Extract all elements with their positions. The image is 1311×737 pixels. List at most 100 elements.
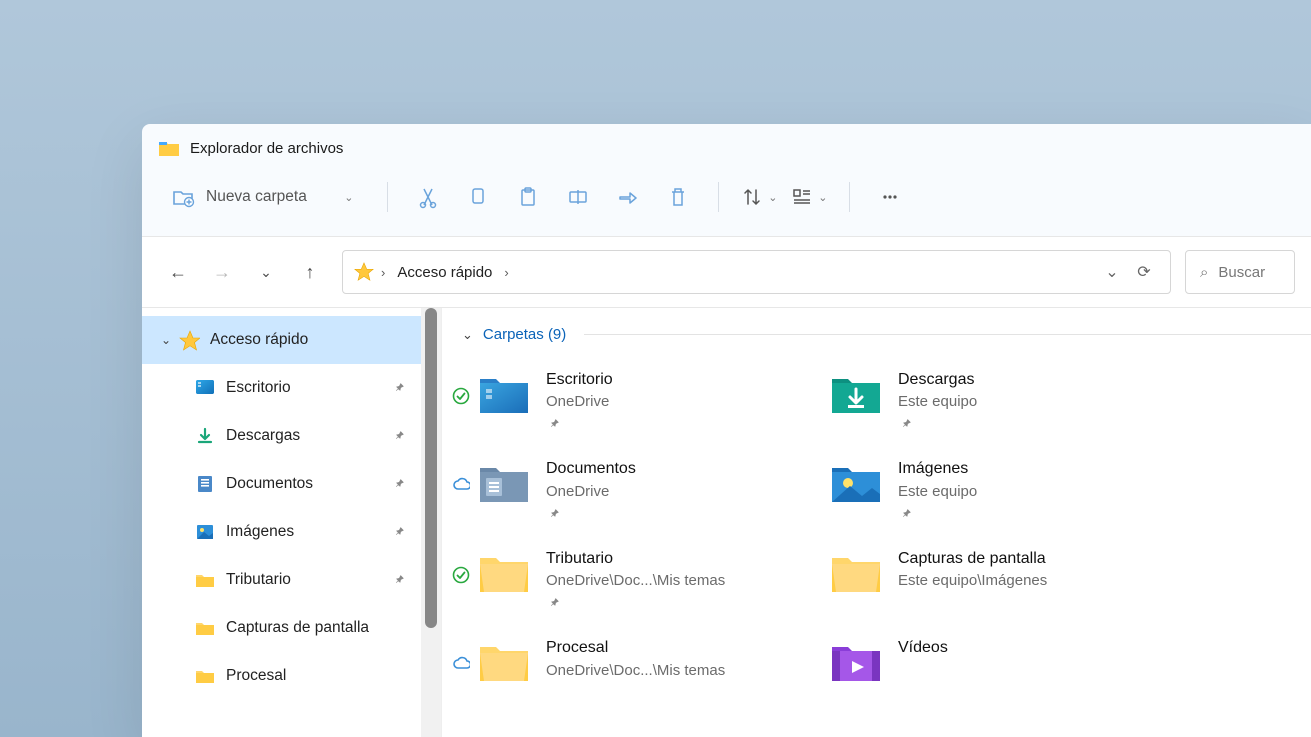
pin-icon [391, 572, 407, 588]
address-bar[interactable]: › Acceso rápido › ⌄ ⟳ [342, 250, 1171, 294]
sidebar-item-label: Acceso rápido [210, 331, 308, 349]
address-dropdown[interactable]: ⌄ [1096, 262, 1128, 282]
download-icon [192, 425, 218, 447]
new-folder-dropdown[interactable]: ⌄ [325, 177, 369, 217]
sidebar: ⌄Acceso rápido Escritorio Descargas Documen… [142, 308, 442, 737]
folder-item[interactable]: Vídeos [828, 633, 1168, 691]
recent-dropdown[interactable]: ⌄ [246, 252, 286, 292]
folder-item[interactable]: TributarioOneDrive\Doc...\Mis temas [476, 544, 816, 615]
folder-icon [192, 569, 218, 591]
refresh-button[interactable]: ⟳ [1128, 262, 1160, 282]
view-button[interactable]: ⌄ [787, 177, 831, 217]
folder-name: Tributario [546, 548, 725, 570]
search-box[interactable]: ⌕ Buscar [1185, 250, 1295, 294]
cut-button[interactable] [406, 177, 450, 217]
section-divider [584, 334, 1311, 335]
sidebar-item[interactable]: Documentos [142, 460, 441, 508]
section-header[interactable]: ⌄ Carpetas (9) [462, 326, 1311, 351]
folder-item[interactable]: DocumentosOneDrive [476, 454, 816, 525]
copy-icon [466, 185, 490, 209]
arrow-right-icon: → [213, 262, 231, 283]
rename-button[interactable] [556, 177, 600, 217]
delete-button[interactable] [656, 177, 700, 217]
arrow-up-icon: ↑ [306, 262, 315, 283]
pin-icon [546, 595, 725, 611]
sidebar-item[interactable]: Capturas de pantalla [142, 604, 441, 652]
document-blue-icon [476, 458, 532, 508]
toolbar: Nueva carpeta ⌄ ⌄ ⌄ [142, 170, 1311, 236]
folder-item[interactable]: Capturas de pantallaEste equipo\Imágenes [828, 544, 1168, 615]
window-title: Explorador de archivos [190, 140, 343, 157]
folder-yellow-icon [476, 548, 532, 598]
status-check-icon [452, 566, 470, 584]
copy-button[interactable] [456, 177, 500, 217]
titlebar: Explorador de archivos [142, 124, 1311, 170]
sidebar-item[interactable]: ⌄Acceso rápido [142, 316, 441, 364]
new-folder-label: Nueva carpeta [206, 188, 307, 206]
pin-icon [391, 476, 407, 492]
chevron-down-icon: ⌄ [344, 191, 353, 204]
folder-location: OneDrive\Doc...\Mis temas [546, 570, 725, 591]
chevron-down-icon: ⌄ [1105, 262, 1118, 282]
breadcrumb[interactable]: Acceso rápido [391, 264, 498, 281]
paste-icon [516, 185, 540, 209]
main-content: ⌄ Carpetas (9) EscritorioOneDriveDescarg… [442, 308, 1311, 737]
desktop-icon [192, 377, 218, 399]
sidebar-item-label: Descargas [226, 427, 300, 445]
search-icon: ⌕ [1200, 264, 1208, 281]
sidebar-item[interactable]: Tributario [142, 556, 441, 604]
scrollbar-thumb[interactable] [425, 308, 437, 628]
forward-button[interactable]: → [202, 252, 242, 292]
breadcrumb-separator: › [498, 265, 514, 280]
toolbar-divider [718, 182, 719, 212]
folder-item[interactable]: ProcesalOneDrive\Doc...\Mis temas [476, 633, 816, 691]
pin-icon [391, 380, 407, 396]
video-purple-icon [828, 637, 884, 687]
more-icon [878, 185, 902, 209]
share-button[interactable] [606, 177, 650, 217]
sidebar-scrollbar[interactable] [421, 308, 441, 737]
sidebar-item-label: Imágenes [226, 523, 294, 541]
pin-icon [391, 524, 407, 540]
folder-location: Este equipo [898, 391, 977, 412]
up-button[interactable]: ↑ [290, 252, 330, 292]
more-button[interactable] [868, 177, 912, 217]
folder-location: OneDrive\Doc...\Mis temas [546, 660, 725, 681]
back-button[interactable]: ← [158, 252, 198, 292]
folder-item[interactable]: EscritorioOneDrive [476, 365, 816, 436]
image-icon [192, 521, 218, 543]
navbar: ← → ⌄ ↑ › Acceso rápido › ⌄ ⟳ ⌕ Buscar [142, 236, 1311, 308]
pin-icon [898, 416, 977, 432]
download-teal-icon [828, 369, 884, 419]
folder-item[interactable]: DescargasEste equipo [828, 365, 1168, 436]
sidebar-item[interactable]: Descargas [142, 412, 441, 460]
folder-item[interactable]: ImágenesEste equipo [828, 454, 1168, 525]
status-check-icon [452, 387, 470, 405]
delete-icon [666, 185, 690, 209]
pin-icon [546, 506, 636, 522]
folder-icon [192, 665, 218, 687]
desktop-blue-icon [476, 369, 532, 419]
section-label: Carpetas (9) [483, 326, 566, 343]
star-icon [176, 329, 202, 351]
view-icon [790, 185, 814, 209]
folder-name: Escritorio [546, 369, 613, 391]
arrow-left-icon: ← [169, 262, 187, 283]
toolbar-divider [849, 182, 850, 212]
pin-icon [391, 428, 407, 444]
new-folder-icon [170, 185, 196, 209]
new-folder-button[interactable]: Nueva carpeta [162, 177, 319, 217]
status-cloud-icon [452, 655, 470, 673]
paste-button[interactable] [506, 177, 550, 217]
toolbar-divider [387, 182, 388, 212]
folder-name: Procesal [546, 637, 725, 659]
chevron-down-icon: ⌄ [260, 264, 272, 281]
sidebar-item-label: Procesal [226, 667, 286, 685]
sidebar-item-label: Escritorio [226, 379, 291, 397]
file-explorer-window: Explorador de archivos Nueva carpeta ⌄ ⌄… [142, 124, 1311, 737]
sidebar-item[interactable]: Procesal [142, 652, 441, 700]
pin-icon [898, 506, 977, 522]
sort-button[interactable]: ⌄ [737, 177, 781, 217]
sidebar-item[interactable]: Imágenes [142, 508, 441, 556]
sidebar-item[interactable]: Escritorio [142, 364, 441, 412]
